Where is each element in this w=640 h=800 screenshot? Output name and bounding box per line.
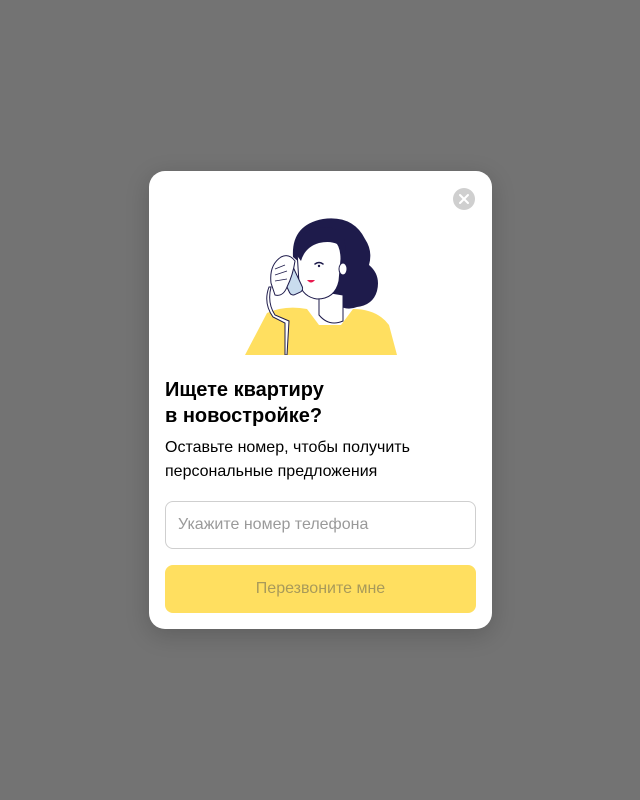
- callback-modal: Ищете квартиру в новостройке? Оставьте но…: [149, 171, 492, 629]
- woman-on-phone-illustration: [245, 218, 397, 355]
- title-line-1: Ищете квартиру: [165, 379, 324, 401]
- callback-button[interactable]: Перезвоните мне: [165, 565, 476, 613]
- phone-input[interactable]: [165, 501, 476, 549]
- close-button[interactable]: [453, 188, 475, 210]
- modal-title: Ищете квартиру в новостройке?: [165, 377, 465, 429]
- close-icon: [459, 194, 469, 204]
- modal-subtitle: Оставьте номер, чтобы получить персональн…: [165, 436, 465, 484]
- title-line-2: в новостройке?: [165, 405, 323, 427]
- subtitle-line-2: персональные предложения: [165, 463, 378, 480]
- subtitle-line-1: Оставьте номер, чтобы получить: [165, 439, 410, 456]
